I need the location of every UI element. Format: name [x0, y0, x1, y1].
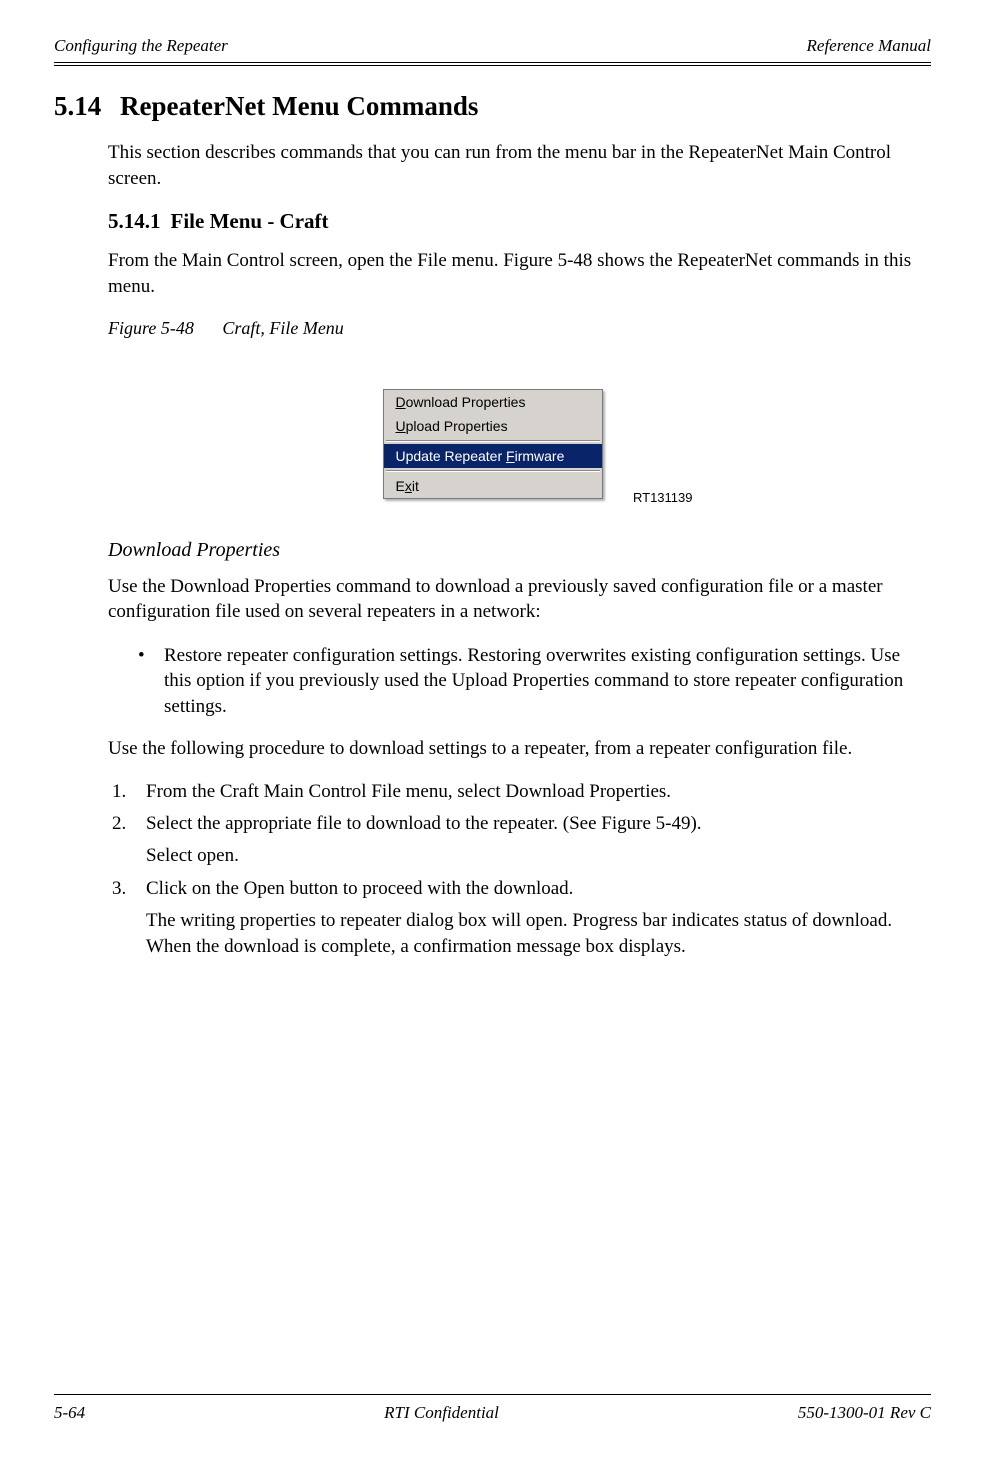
header-right: Reference Manual [807, 36, 931, 56]
menu-mnemonic: F [506, 448, 515, 464]
footer-center: RTI Confidential [384, 1403, 499, 1423]
menu-separator [386, 470, 600, 472]
page-number: 5-64 [54, 1403, 85, 1423]
section-heading: 5.14 RepeaterNet Menu Commands [54, 91, 931, 122]
menu-item-download-properties[interactable]: Download Properties [384, 390, 602, 414]
step-text: From the Craft Main Control File menu, s… [146, 779, 671, 805]
download-para2: Use the following procedure to download … [108, 736, 931, 762]
footer-right: 550-1300-01 Rev C [798, 1403, 931, 1423]
menu-item-update-firmware[interactable]: Update Repeater Firmware [384, 444, 602, 468]
figure-title: Craft, File Menu [222, 318, 343, 338]
page-footer: 5-64 RTI Confidential 550-1300-01 Rev C [54, 1394, 931, 1423]
file-menu: Download Properties Upload Properties Up… [383, 389, 603, 499]
step-number: 2. [112, 811, 146, 837]
figure-caption: Figure 5-48 Craft, File Menu [108, 318, 931, 339]
figure-label: Figure 5-48 [108, 318, 194, 338]
subsection-number: 5.14.1 [108, 209, 161, 234]
step-number: 3. [112, 876, 146, 902]
step-text: Select the appropriate file to download … [146, 811, 702, 837]
menu-separator [386, 440, 600, 442]
step-3: 3. Click on the Open button to proceed w… [112, 876, 931, 902]
menu-label-rest: it [412, 478, 419, 494]
page-content: 5.14 RepeaterNet Menu Commands This sect… [54, 63, 931, 959]
download-para1: Use the Download Properties command to d… [108, 574, 931, 625]
bullet-item: • Restore repeater configuration setting… [138, 643, 931, 720]
subsection-title: File Menu - Craft [171, 209, 329, 234]
figure-container: Download Properties Upload Properties Up… [273, 389, 713, 499]
section-number: 5.14 [54, 91, 106, 122]
step-number: 1. [112, 779, 146, 805]
step-1: 1. From the Craft Main Control File menu… [112, 779, 931, 805]
step-3-sub: The writing properties to repeater dialo… [146, 908, 931, 959]
step-2-sub: Select open. [146, 843, 931, 869]
section-title: RepeaterNet Menu Commands [120, 91, 478, 122]
menu-mnemonic: D [396, 394, 406, 410]
page-header: Configuring the Repeater Reference Manua… [54, 36, 931, 63]
bullet-text: Restore repeater configuration settings.… [164, 643, 931, 720]
menu-item-exit[interactable]: Exit [384, 474, 602, 498]
download-heading: Download Properties [108, 539, 931, 562]
section-intro: This section describes commands that you… [108, 140, 931, 191]
menu-label-rest: irmware [515, 448, 565, 464]
menu-mnemonic: U [396, 418, 406, 434]
menu-label-rest: pload Properties [406, 418, 508, 434]
step-text: Click on the Open button to proceed with… [146, 876, 573, 902]
menu-mnemonic: x [405, 478, 412, 494]
subsection-heading: 5.14.1 File Menu - Craft [108, 209, 931, 234]
menu-label-pre: Update Repeater [396, 448, 507, 464]
subsection-intro: From the Main Control screen, open the F… [108, 248, 931, 299]
bullet-marker: • [138, 643, 164, 720]
step-2: 2. Select the appropriate file to downlo… [112, 811, 931, 837]
menu-item-upload-properties[interactable]: Upload Properties [384, 414, 602, 438]
figure-image-code: RT131139 [633, 490, 693, 505]
menu-label-pre: E [396, 478, 405, 494]
header-left: Configuring the Repeater [54, 36, 228, 56]
menu-label-rest: ownload Properties [406, 394, 526, 410]
